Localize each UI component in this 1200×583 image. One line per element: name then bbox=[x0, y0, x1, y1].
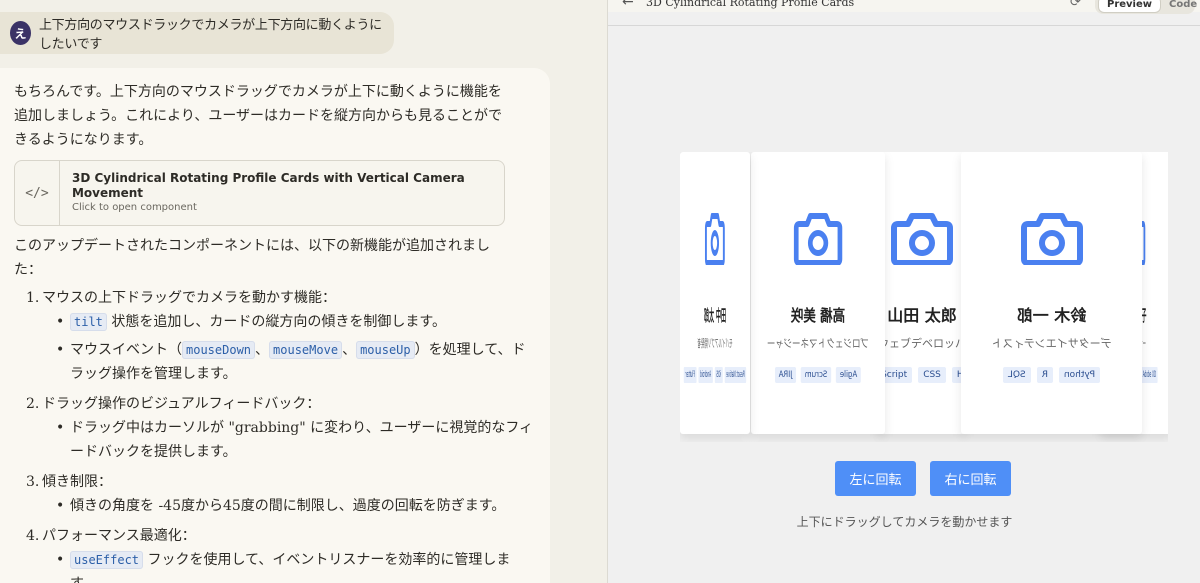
profile-role: モバイルアプリ開発者 bbox=[697, 337, 733, 350]
profile-card[interactable]: 鈴木 一郎データサイエンティスト Python R SQL bbox=[961, 152, 1142, 434]
profile-role: ウェブデベロッパー bbox=[878, 337, 966, 350]
profile-card[interactable]: 田中 太郎モバイルアプリ開発者 React Native iOS Android Flu… bbox=[680, 152, 750, 434]
profile-name: 高橋 美咲 bbox=[790, 306, 846, 325]
camera-icon bbox=[793, 210, 843, 269]
profile-role: データサイエンティスト bbox=[991, 337, 1112, 350]
feature-title: マウスの上下ドラッグでカメラを動かす機能： bbox=[42, 290, 336, 306]
preview-header: ← 3D Cylindrical Rotating Profile Cards … bbox=[608, 0, 1200, 14]
user-message: え 上下方向のマウスドラックでカメラが上下方向に動くようにしたいです bbox=[0, 12, 394, 54]
profile-name: 田中 太郎 bbox=[703, 306, 727, 325]
header-divider bbox=[608, 25, 1200, 26]
inline-code: mouseUp bbox=[356, 341, 415, 359]
feature-item: 1.マウスの上下ドラッグでカメラを動かす機能： tilt 状態を追加し、カードの… bbox=[26, 286, 536, 386]
feature-bullet: ドラッグ中はカーソルが "grabbing" に変わり、ユーザーに視覚的なフィー… bbox=[56, 416, 536, 464]
skill-tags: React Native iOS Android Flutter bbox=[680, 367, 750, 383]
skill-tag: CSS bbox=[918, 367, 946, 383]
inline-code: mouseMove bbox=[269, 341, 343, 359]
bullet-separator: 、 bbox=[255, 342, 270, 358]
profile-role: プロジェクトマネージャー bbox=[766, 337, 870, 350]
rotate-right-button[interactable]: 右に回転 bbox=[930, 461, 1011, 496]
feature-bullet: マウスイベント（mouseDown、mouseMove、mouseUp）を処理し… bbox=[56, 338, 536, 386]
assistant-reply: もちろんです。上下方向のマウスドラッグでカメラが上下に動くように機能を追加しまし… bbox=[0, 68, 550, 583]
feature-title: ドラッグ操作のビジュアルフィードバック： bbox=[42, 396, 321, 412]
feature-number: 3. bbox=[26, 474, 40, 490]
feature-list: 1.マウスの上下ドラッグでカメラを動かす機能： tilt 状態を追加し、カードの… bbox=[14, 286, 536, 583]
skill-tags: Python R SQL bbox=[961, 367, 1142, 383]
feature-bullet: useEffect フックを使用して、イベントリスナーを効率的に管理します。 bbox=[56, 548, 536, 583]
user-avatar[interactable]: え bbox=[10, 21, 31, 45]
chat-pane: え 上下方向のマウスドラックでカメラが上下方向に動くようにしたいです もちろんで… bbox=[0, 0, 607, 583]
artifact-card[interactable]: </> 3D Cylindrical Rotating Profile Card… bbox=[14, 160, 505, 226]
reply-description: このアップデートされたコンポーネントには、以下の新機能が追加されました： bbox=[14, 238, 490, 278]
skill-tag: React Native bbox=[724, 367, 747, 383]
skill-tag: Android bbox=[698, 367, 713, 383]
skill-tags: JavaScriptCSSHTML bbox=[878, 367, 966, 383]
skill-tag: iOS bbox=[714, 367, 723, 383]
rotate-controls: 左に回転 右に回転 bbox=[835, 461, 1011, 496]
artifact-title: 3D Cylindrical Rotating Profile Cards wi… bbox=[71, 171, 465, 200]
preview-title: 3D Cylindrical Rotating Profile Cards bbox=[646, 0, 855, 9]
tab-preview[interactable]: Preview bbox=[1098, 0, 1162, 13]
back-arrow-icon[interactable]: ← bbox=[622, 0, 634, 10]
feature-number: 4. bbox=[26, 528, 40, 544]
artifact-subtitle: Click to open component bbox=[71, 202, 197, 213]
refresh-icon[interactable]: ⟳ bbox=[1070, 0, 1081, 10]
skill-tags: Agile Scrum JIRA bbox=[751, 367, 885, 383]
reply-intro: もちろんです。上下方向のマウスドラッグでカメラが上下に動くように機能を追加しまし… bbox=[14, 84, 503, 148]
feature-number: 1. bbox=[26, 290, 40, 306]
camera-icon bbox=[890, 210, 954, 269]
feature-bullet: tilt 状態を追加し、カードの縦方向の傾きを制御します。 bbox=[56, 310, 536, 334]
feature-bullet: 傾きの角度を -45度から45度の間に制限し、過度の回転を防ぎます。 bbox=[56, 494, 536, 518]
feature-title: 傾き制限： bbox=[42, 474, 112, 490]
feature-title: パフォーマンス最適化： bbox=[42, 528, 196, 544]
user-message-text: 上下方向のマウスドラックでカメラが上下方向に動くようにしたいです bbox=[38, 18, 382, 52]
profile-card[interactable]: 高橋 美咲プロジェクトマネージャー Agile Scrum JIRA bbox=[751, 152, 885, 434]
camera-icon bbox=[1020, 210, 1084, 269]
rotate-left-button[interactable]: 左に回転 bbox=[835, 461, 916, 496]
code-icon: </> bbox=[15, 161, 60, 225]
skill-tag: Flutter bbox=[683, 367, 697, 383]
card-carousel[interactable]: 田中 太郎モバイルアプリ開発者 React Native iOS Android Flu… bbox=[680, 152, 1168, 442]
view-toggle: Preview Code bbox=[1095, 0, 1197, 14]
skill-tag: R bbox=[1036, 367, 1053, 383]
feature-number: 2. bbox=[26, 396, 40, 412]
inline-code: tilt bbox=[70, 313, 107, 331]
skill-tag: JIRA bbox=[774, 367, 797, 383]
feature-item: 4.パフォーマンス最適化： useEffect フックを使用して、イベントリスナ… bbox=[26, 524, 536, 583]
skill-tag: Adobe XD bbox=[1141, 367, 1158, 383]
drag-hint: 上下にドラッグしてカメラを動かせます bbox=[796, 515, 1013, 529]
inline-code: useEffect bbox=[70, 551, 144, 569]
skill-tag: Scrum bbox=[800, 367, 832, 383]
profile-card[interactable]: 山田 太郎ウェブデベロッパー JavaScriptCSSHTML bbox=[878, 152, 966, 434]
camera-icon bbox=[705, 210, 725, 269]
inline-code: mouseDown bbox=[182, 341, 256, 359]
skill-tag: SQL bbox=[1002, 367, 1031, 383]
profile-name: 山田 太郎 bbox=[887, 306, 957, 325]
bullet-text: マウスイベント（ bbox=[70, 342, 182, 358]
skill-tag: Agile bbox=[835, 367, 862, 383]
bullet-separator: 、 bbox=[342, 342, 357, 358]
feature-item: 2.ドラッグ操作のビジュアルフィードバック： ドラッグ中はカーソルが "grab… bbox=[26, 392, 536, 464]
profile-name: 鈴木 一郎 bbox=[1016, 306, 1087, 325]
bullet-text: 状態を追加し、カードの縦方向の傾きを制御します。 bbox=[106, 314, 446, 330]
skill-tag: Python bbox=[1058, 367, 1101, 383]
feature-item: 3.傾き制限： 傾きの角度を -45度から45度の間に制限し、過度の回転を防ぎま… bbox=[26, 470, 536, 518]
preview-pane: ← 3D Cylindrical Rotating Profile Cards … bbox=[607, 0, 1200, 583]
tab-code[interactable]: Code bbox=[1161, 0, 1200, 12]
